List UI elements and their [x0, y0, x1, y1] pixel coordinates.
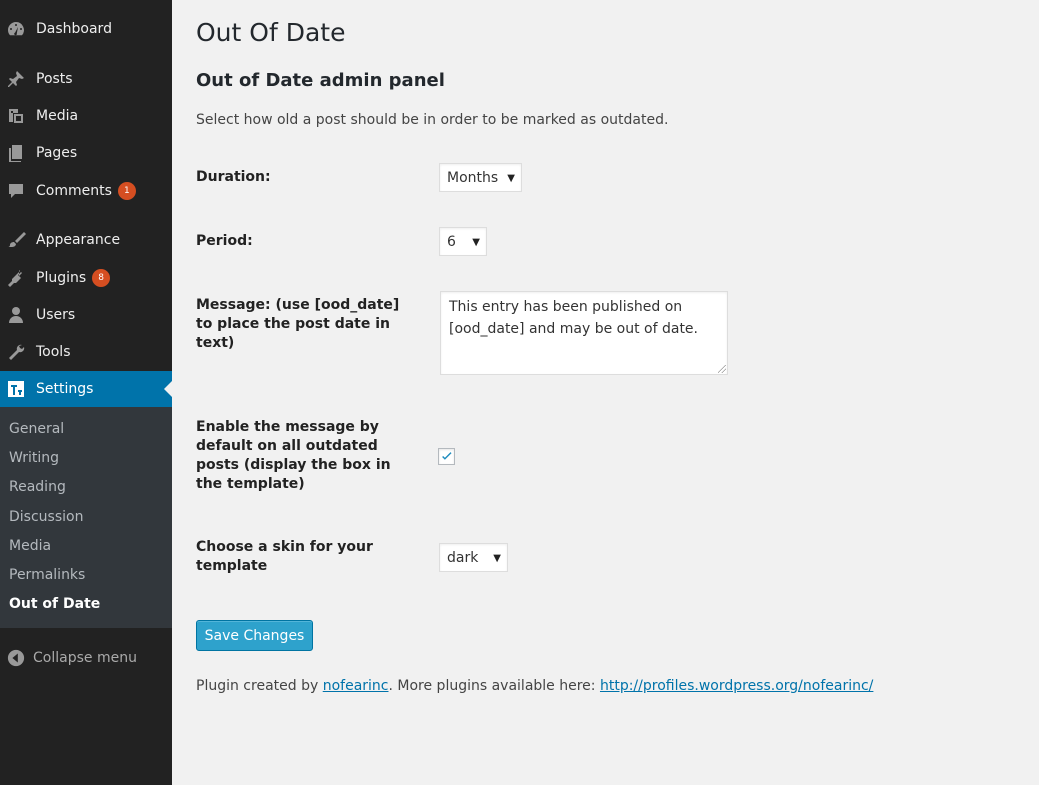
dropdown-arrow-icon: ▼	[493, 553, 501, 564]
menu-label-plugins: Plugins	[36, 269, 87, 286]
submenu-item-general[interactable]: General	[9, 421, 64, 437]
collapse-menu-button[interactable]: Collapse menu	[0, 647, 172, 669]
menu-item-comments[interactable]: Comments 1	[0, 172, 172, 209]
menu-label-pages: Pages	[36, 144, 78, 161]
comments-count-badge: 1	[117, 181, 136, 200]
menu-item-appearance[interactable]: Appearance	[0, 221, 172, 258]
skin-select[interactable]: dark ▼	[439, 543, 508, 572]
dashboard-icon	[6, 19, 26, 39]
submenu-item-permalinks[interactable]: Permalinks	[9, 567, 85, 583]
menu-label-media: Media	[36, 107, 79, 124]
plugin-credit-footer: Plugin created by nofearinc. More plugin…	[196, 678, 873, 694]
collapse-menu-label: Collapse menu	[33, 650, 137, 666]
menu-label-posts: Posts	[36, 70, 73, 87]
menu-item-posts[interactable]: Posts	[0, 60, 172, 97]
footer-prefix-text: Plugin created by	[196, 678, 323, 694]
paintbrush-icon	[6, 230, 26, 250]
message-textarea[interactable]: This entry has been published on [ood_da…	[440, 291, 728, 375]
skin-select-value: dark	[447, 549, 479, 566]
settings-icon	[6, 379, 26, 399]
duration-label: Duration:	[196, 169, 271, 185]
profile-link[interactable]: http://profiles.wordpress.org/nofearinc/	[600, 678, 873, 694]
menu-item-dashboard[interactable]: Dashboard	[0, 10, 172, 47]
media-icon	[6, 106, 26, 126]
duration-select-value: Months	[447, 169, 499, 186]
message-label: Message: (use [ood_date] to place the po…	[196, 297, 400, 351]
collapse-arrow-icon	[7, 649, 25, 667]
panel-description: Select how old a post should be in order…	[196, 112, 669, 128]
menu-item-users[interactable]: Users	[0, 296, 172, 333]
wrench-icon	[6, 342, 26, 362]
period-select[interactable]: 6 ▼	[439, 227, 487, 256]
submenu-item-reading[interactable]: Reading	[9, 479, 66, 495]
submenu-item-out-of-date[interactable]: Out of Date	[9, 596, 100, 612]
pushpin-icon	[6, 69, 26, 89]
menu-label-settings: Settings	[36, 381, 94, 397]
enable-message-checkbox[interactable]	[438, 448, 455, 465]
menu-label-appearance: Appearance	[36, 231, 121, 248]
menu-item-media[interactable]: Media	[0, 97, 172, 134]
comment-icon	[6, 181, 26, 201]
settings-submenu: General Writing Reading Discussion Media…	[0, 407, 172, 628]
duration-select[interactable]: Months ▼	[439, 163, 522, 192]
author-link[interactable]: nofearinc	[323, 678, 389, 694]
plug-icon	[6, 268, 26, 288]
menu-item-plugins[interactable]: Plugins 8	[0, 259, 172, 296]
footer-middle-text: . More plugins available here:	[388, 678, 600, 694]
active-indicator-arrow	[164, 381, 172, 397]
plugins-update-badge: 8	[92, 268, 111, 287]
submenu-item-discussion[interactable]: Discussion	[9, 509, 83, 525]
menu-item-tools[interactable]: Tools	[0, 333, 172, 370]
period-select-value: 6	[447, 233, 456, 250]
message-textarea-value: This entry has been published on [ood_da…	[449, 299, 698, 337]
resize-grip-icon[interactable]	[718, 365, 726, 373]
save-changes-button[interactable]: Save Changes	[196, 620, 313, 651]
period-label: Period:	[196, 233, 253, 249]
admin-sidebar: Dashboard Posts Media Pages Comments 1 A…	[0, 0, 172, 785]
pages-icon	[6, 143, 26, 163]
menu-label-comments: Comments	[36, 182, 112, 199]
page-title: Out Of Date	[196, 18, 346, 47]
user-icon	[6, 305, 26, 325]
menu-label-users: Users	[36, 306, 76, 323]
dropdown-arrow-icon: ▼	[507, 173, 515, 184]
checkmark-icon	[441, 451, 452, 460]
main-content: Out Of Date Out of Date admin panel Sele…	[196, 0, 1039, 785]
menu-item-settings[interactable]: Settings	[0, 371, 172, 407]
menu-item-pages[interactable]: Pages	[0, 134, 172, 171]
menu-label-tools: Tools	[36, 343, 71, 360]
submenu-item-media[interactable]: Media	[9, 538, 51, 554]
dropdown-arrow-icon: ▼	[472, 237, 480, 248]
skin-label: Choose a skin for your template	[196, 539, 373, 574]
menu-label-dashboard: Dashboard	[36, 20, 112, 37]
enable-message-label: Enable the message by default on all out…	[196, 419, 391, 492]
submenu-item-writing[interactable]: Writing	[9, 450, 59, 466]
panel-title: Out of Date admin panel	[196, 70, 445, 91]
